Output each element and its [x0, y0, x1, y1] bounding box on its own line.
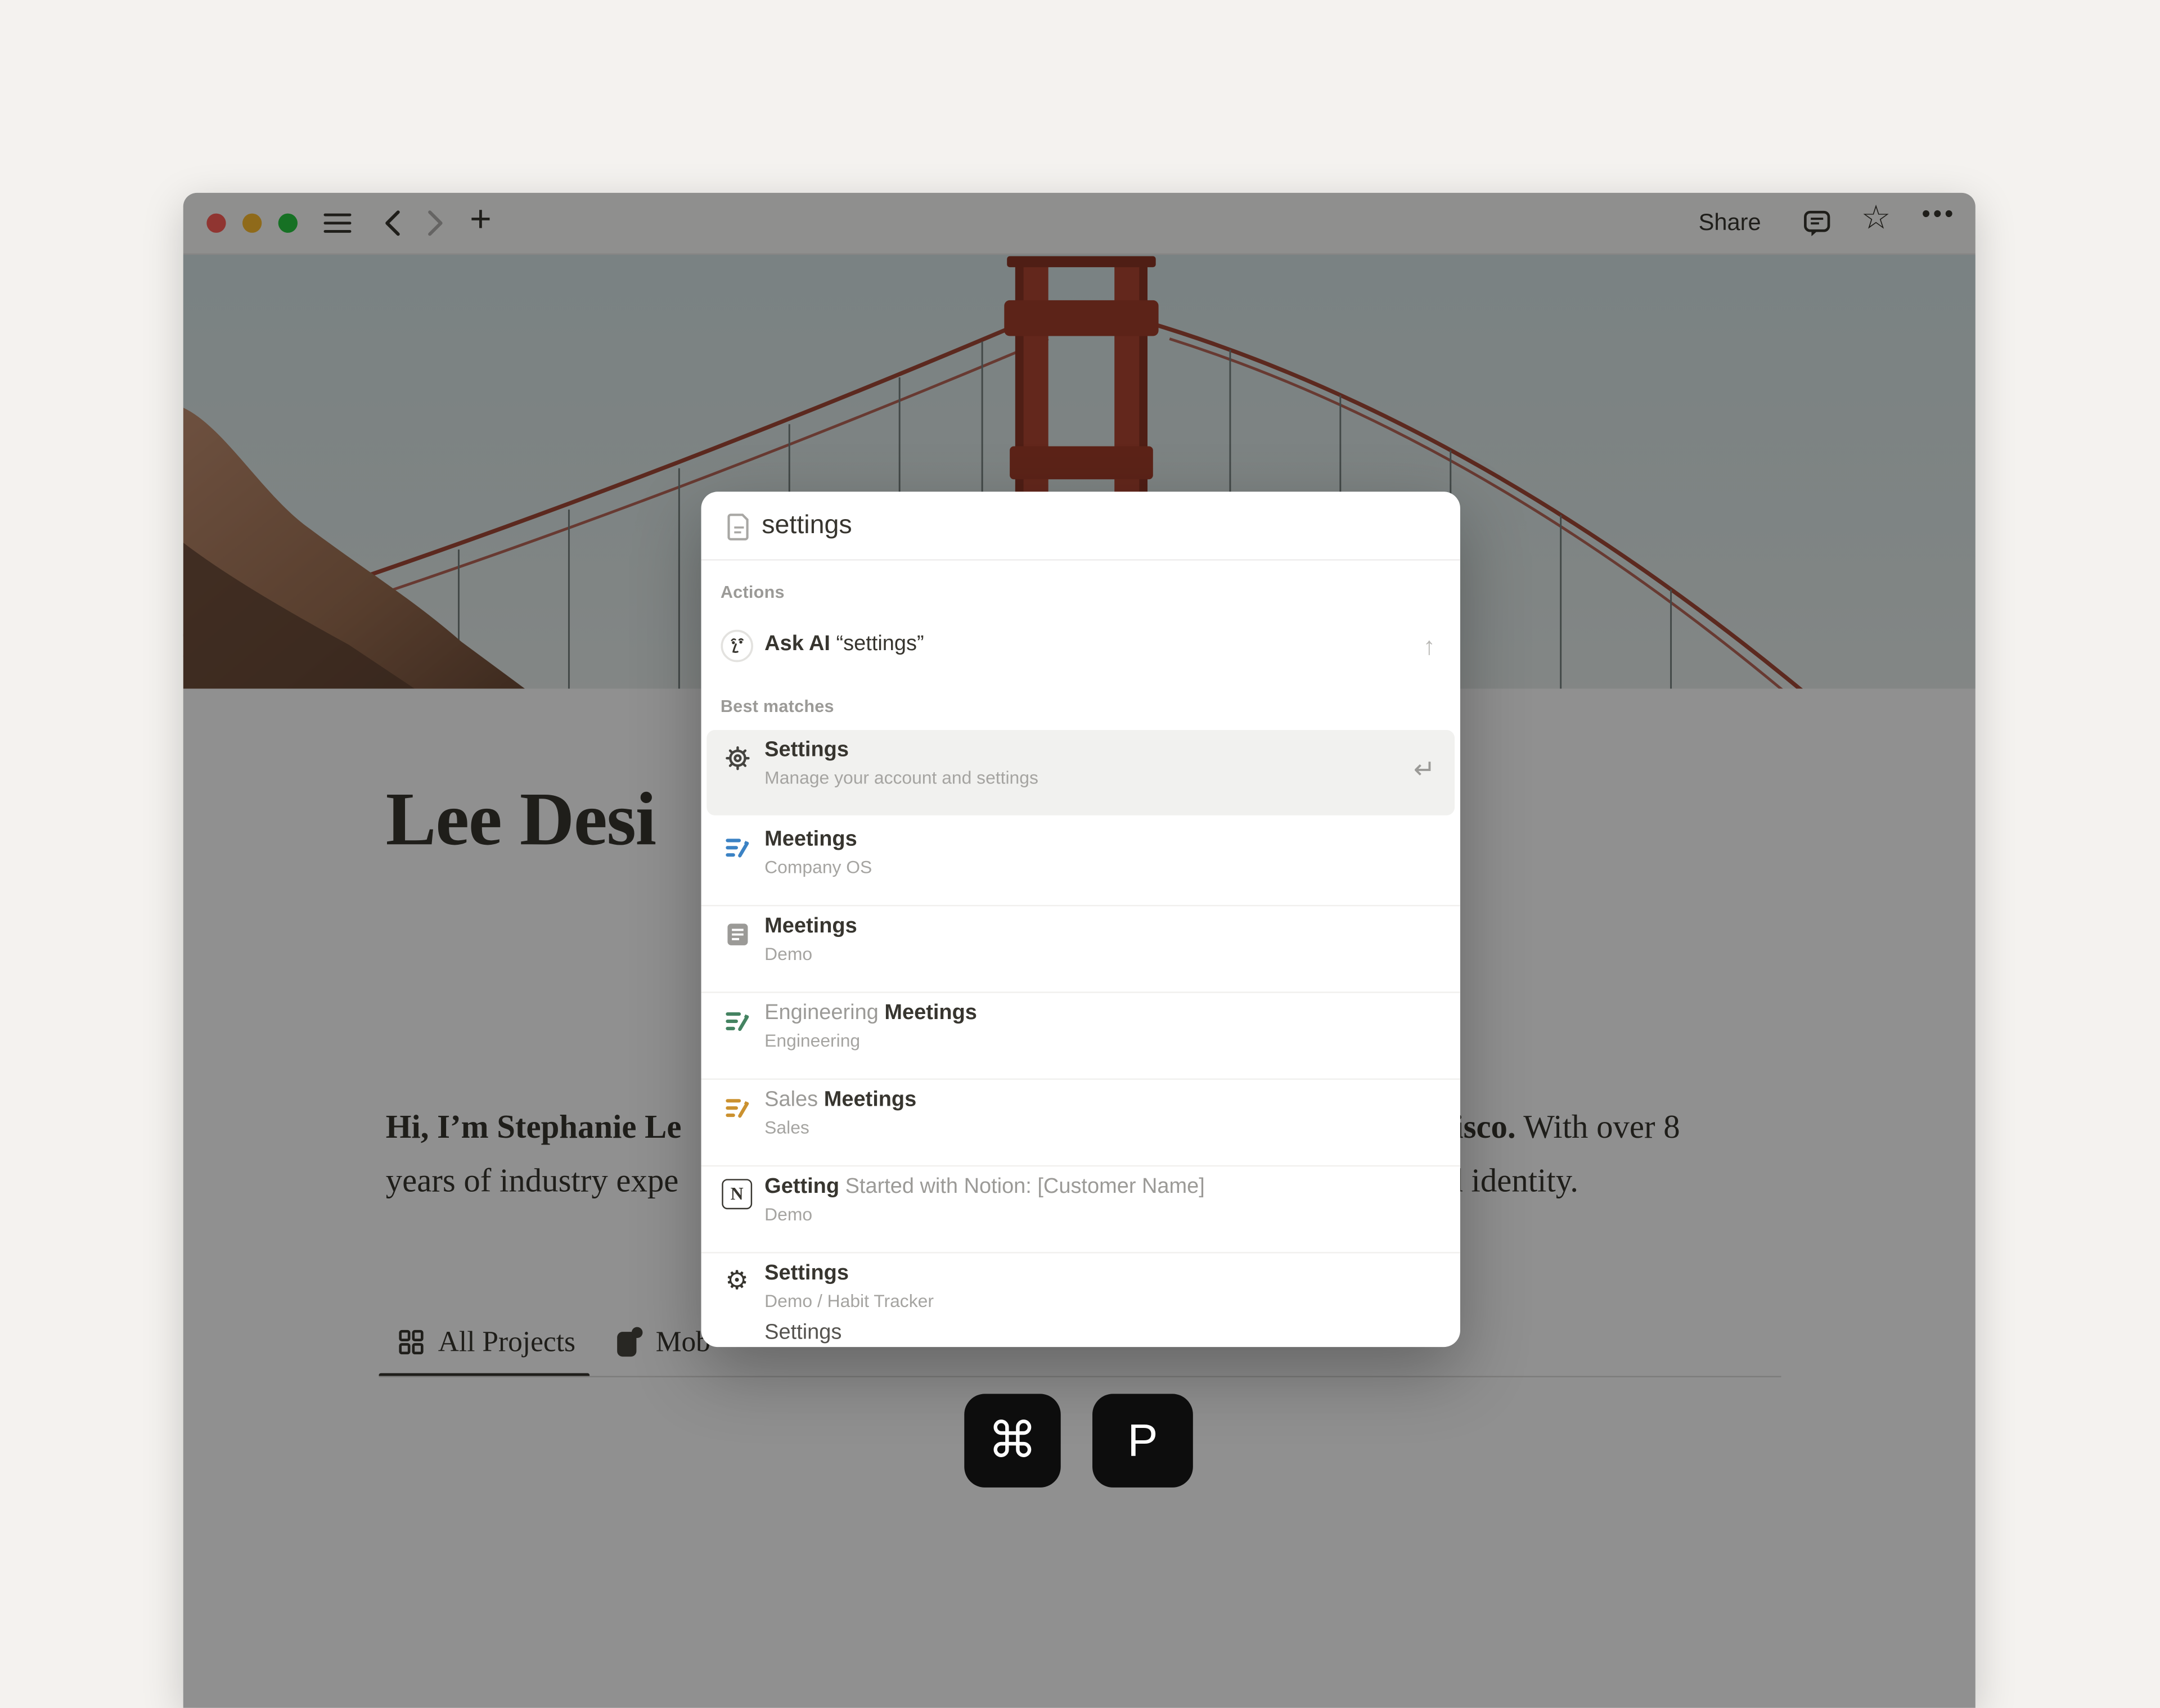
shortcut-key-command: ⌘ [964, 1394, 1060, 1488]
result-subtitle: Demo / Habit Tracker [764, 1291, 934, 1312]
search-result-settings[interactable]: Settings Manage your account and setting… [706, 730, 1455, 815]
result-subtitle: Sales [764, 1117, 809, 1138]
result-title: Getting Started with Notion: [Customer N… [764, 1174, 1205, 1201]
page-icon [724, 511, 753, 542]
result-subtitle: Demo [764, 944, 812, 965]
ask-ai-label: Ask AI “settings” [764, 632, 924, 657]
result-title: Engineering Meetings [764, 1000, 977, 1027]
search-result-engineering-meetings[interactable]: Engineering Meetings Engineering [706, 993, 1455, 1079]
meeting-notes-yellow-icon [721, 1091, 754, 1124]
result-subtitle: Company OS [764, 857, 872, 877]
enter-icon: ↵ [1414, 755, 1436, 786]
meeting-notes-blue-icon [721, 831, 754, 864]
gear-solid-icon: ⚙ [721, 1264, 754, 1297]
result-subtitle: Manage your account and settings [764, 767, 1038, 788]
result-title: Settings [764, 1260, 849, 1288]
gear-outline-icon [721, 741, 754, 774]
arrow-up-icon: ↑ [1423, 632, 1436, 661]
notion-ai-face-icon [721, 629, 754, 663]
result-title: Meetings [764, 826, 857, 854]
meeting-notes-green-icon [721, 1004, 754, 1037]
search-result-sales-meetings[interactable]: Sales Meetings Sales [706, 1080, 1455, 1165]
search-result-getting-started[interactable]: N Getting Started with Notion: [Customer… [706, 1166, 1455, 1252]
notion-logo-icon: N [721, 1178, 754, 1211]
ask-ai-row[interactable]: Ask AI “settings” ↑ [706, 616, 1455, 679]
result-subtitle: Engineering [764, 1030, 860, 1051]
quick-search-modal: settings Actions Ask AI “settings” ↑ Bes… [701, 492, 1460, 1347]
search-result-meetings-company-os[interactable]: Meetings Company OS [706, 819, 1455, 905]
result-title: Settings [764, 737, 849, 764]
section-label-best-matches: Best matches [721, 697, 834, 716]
search-result-meetings-demo[interactable]: Meetings Demo [706, 906, 1455, 992]
section-label-actions: Actions [721, 583, 785, 602]
shortcut-key-p: P [1092, 1394, 1193, 1488]
search-query-text: settings [762, 510, 852, 540]
search-input[interactable]: settings [701, 492, 1460, 560]
result-subtitle: Demo [764, 1204, 812, 1224]
command-icon: ⌘ [988, 1412, 1037, 1470]
result-title: Settings [764, 1319, 842, 1347]
result-title: Sales Meetings [764, 1087, 916, 1114]
document-gray-icon [721, 917, 754, 950]
result-title: Meetings [764, 913, 857, 941]
search-result-settings-partial[interactable]: Settings [706, 1313, 1455, 1347]
screen: Lee Desi Hi, I’m Stephanie Le cisco. Wit… [0, 0, 2160, 1620]
